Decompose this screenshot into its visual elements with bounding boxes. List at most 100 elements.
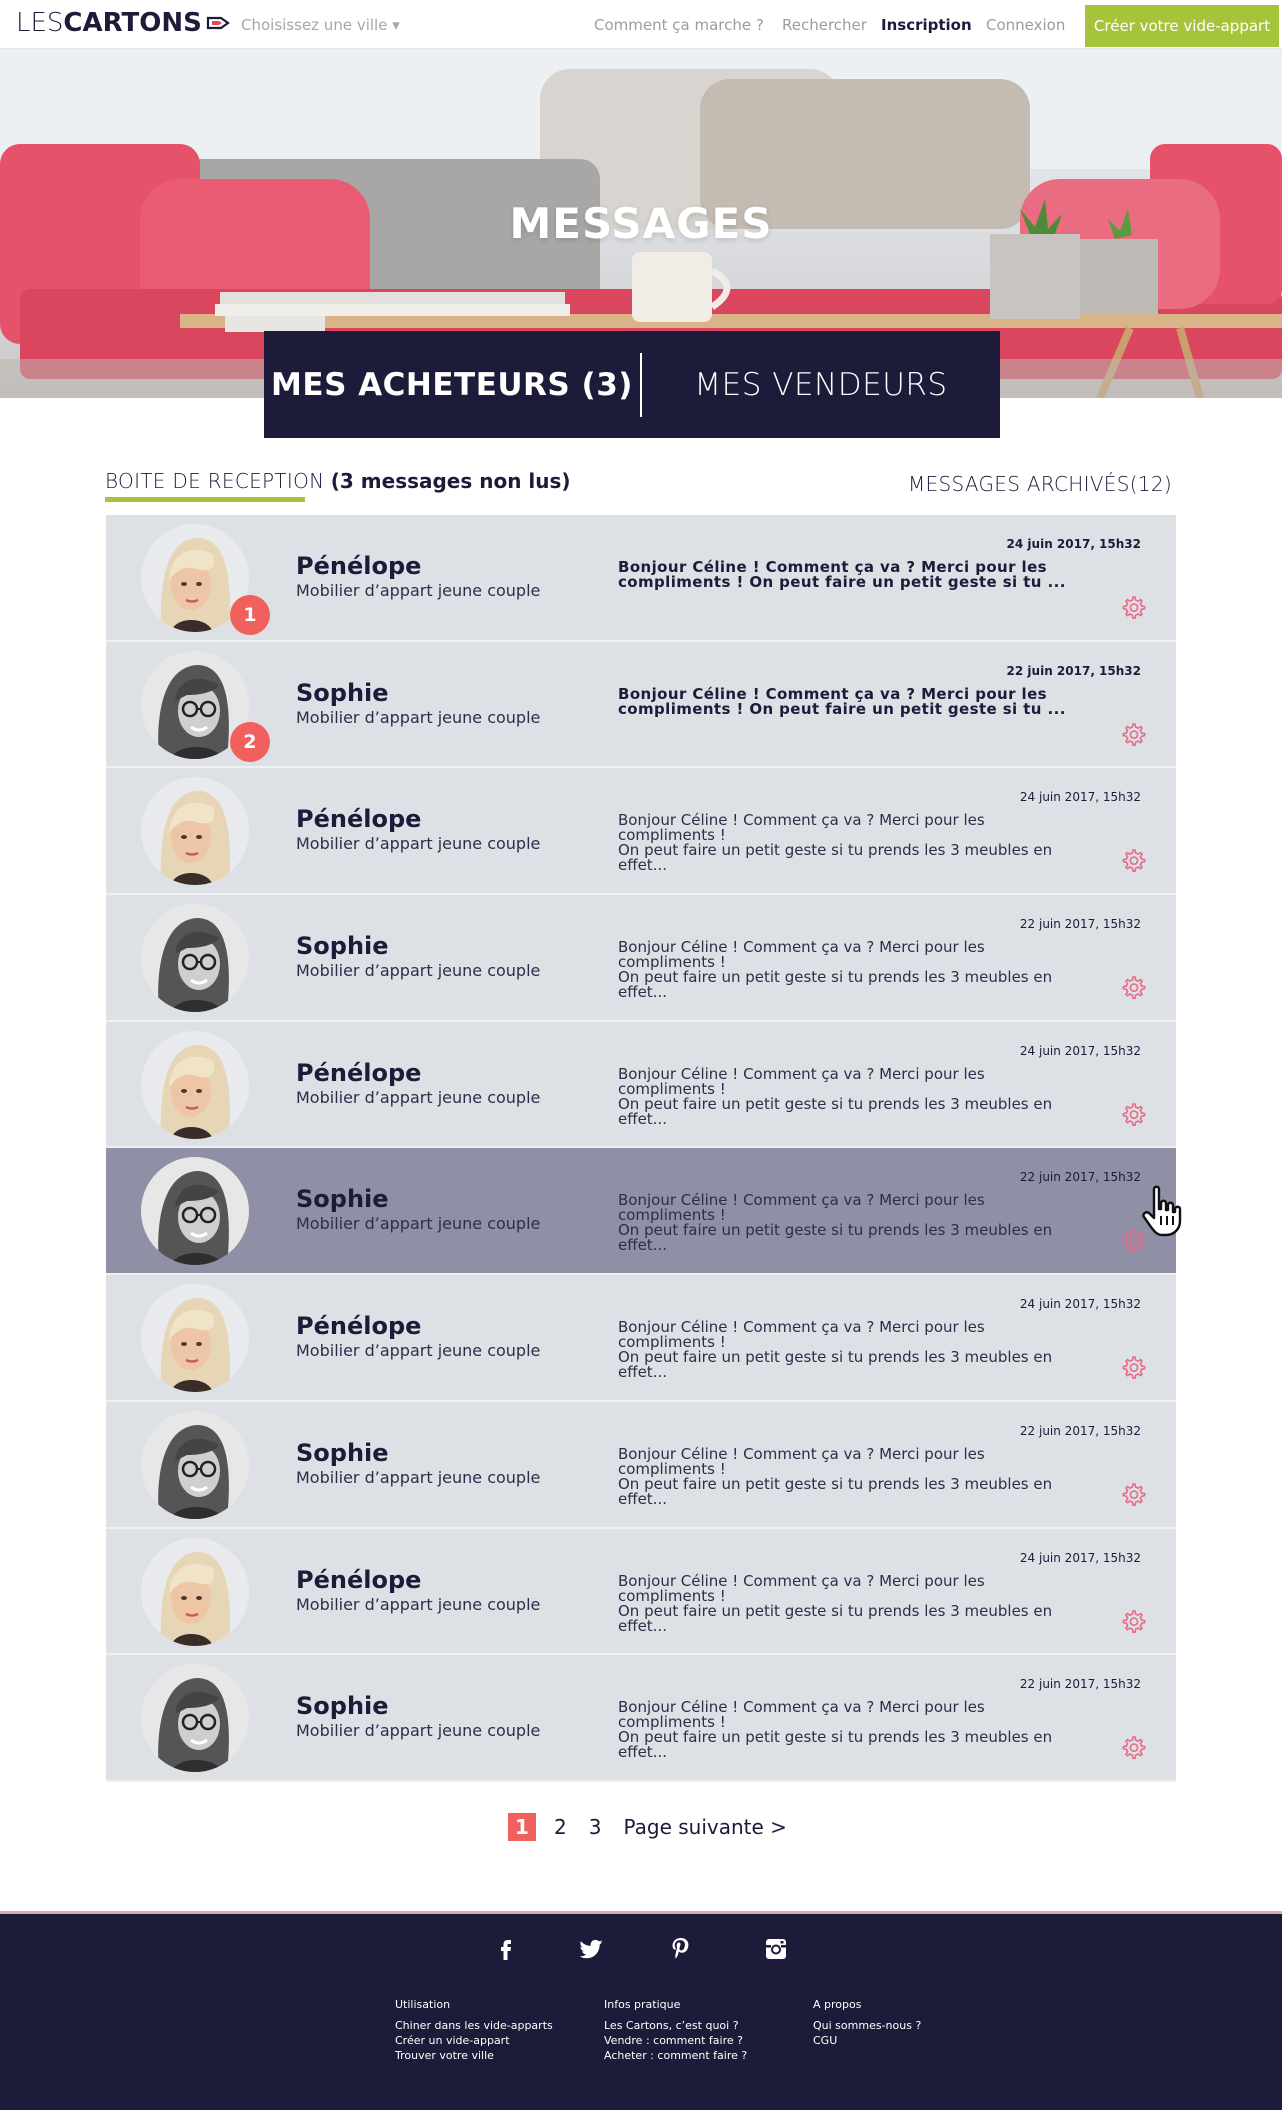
message-row[interactable]: 2 Sophie Mobilier d’appart jeune couple 22 …	[106, 641, 1176, 769]
nav-how-it-works[interactable]: Comment ça marche ?	[594, 16, 764, 34]
avatar	[141, 777, 249, 886]
listing-title: Mobilier d’appart jeune couple	[296, 707, 541, 727]
message-row[interactable]: Sophie Mobilier d’appart jeune couple 22 j…	[106, 1655, 1176, 1782]
gear-icon[interactable]	[1121, 1609, 1147, 1635]
footer-link[interactable]: Vendre : comment faire ?	[604, 2033, 747, 2048]
message-row[interactable]: Sophie Mobilier d’appart jeune couple 22 j…	[106, 895, 1176, 1022]
message-preview: Bonjour Céline ! Comment ça va ? Merci p…	[618, 1700, 1078, 1760]
message-row[interactable]: Pénélope Mobilier d’appart jeune couple 24…	[106, 1528, 1176, 1656]
listing-title: Mobilier d’appart jeune couple	[296, 961, 541, 981]
inbox-header[interactable]: BOITE DE RECEPTION (3 messages non lus)	[105, 469, 571, 493]
message-preview-line: compliments ! On peut faire un petit ges…	[618, 573, 1066, 591]
message-row[interactable]: Sophie Mobilier d’appart jeune couple 22 j…	[106, 1401, 1176, 1529]
nav-search[interactable]: Rechercher	[782, 16, 867, 34]
message-preview-line: Bonjour Céline ! Comment ça va ? Merci p…	[618, 1318, 985, 1352]
logo-light-text: LES	[16, 8, 64, 38]
unread-badge: 2	[230, 721, 270, 762]
avatar	[141, 1664, 249, 1773]
footer-link[interactable]: Chiner dans les vide-apparts	[395, 2018, 553, 2033]
nav-login[interactable]: Connexion	[986, 16, 1065, 34]
create-vide-appart-button[interactable]: Créer votre vide-appart	[1085, 5, 1279, 47]
message-date: 24 juin 2017, 15h32	[1006, 537, 1141, 551]
footer-link[interactable]: Trouver votre ville	[395, 2048, 553, 2063]
message-preview: Bonjour Céline ! Comment ça va ? Merci p…	[618, 813, 1078, 873]
message-list: 1 Pénélope Mobilier d’appart jeune couple 2…	[106, 515, 1176, 1782]
city-selector[interactable]: Choisissez une ville ▾	[241, 16, 400, 34]
pinterest-icon[interactable]	[668, 1936, 694, 1962]
page-current[interactable]: 1	[508, 1813, 536, 1841]
logo[interactable]: LES CARTONS	[16, 8, 230, 38]
message-date: 22 juin 2017, 15h32	[1006, 663, 1141, 678]
twitter-icon[interactable]	[579, 1936, 605, 1962]
gear-icon[interactable]	[1121, 1482, 1147, 1508]
message-date: 22 juin 2017, 15h32	[1019, 1677, 1141, 1692]
gear-icon[interactable]	[1121, 848, 1147, 874]
sender-name: Pénélope	[296, 805, 422, 834]
message-preview-line: Bonjour Céline ! Comment ça va ? Merci p…	[618, 1571, 985, 1605]
message-row[interactable]: Pénélope Mobilier d’appart jeune couple 24…	[106, 768, 1176, 896]
nav-signup[interactable]: Inscription	[881, 16, 972, 34]
sender-name: Sophie	[296, 1692, 389, 1721]
message-preview-line: On peut faire un petit geste si tu prend…	[618, 1474, 1053, 1508]
sender-name: Sophie	[296, 678, 389, 707]
message-preview: Bonjour Céline ! Comment ça va ? Merci p…	[618, 560, 1078, 590]
message-preview-line: compliments ! On peut faire un petit ges…	[618, 699, 1066, 718]
message-date: 22 juin 2017, 15h32	[1019, 1423, 1141, 1438]
gear-icon[interactable]	[1121, 1735, 1147, 1761]
next-page-link[interactable]: Page suivante >	[623, 1815, 786, 1839]
tag-icon	[206, 16, 230, 30]
gear-icon[interactable]	[1121, 595, 1147, 621]
message-preview-line: Bonjour Céline ! Comment ça va ? Merci p…	[618, 1444, 985, 1478]
inbox-active-underline	[105, 497, 305, 502]
footer-link[interactable]: Acheter : comment faire ?	[604, 2048, 747, 2063]
footer-link[interactable]: Créer un vide-appart	[395, 2033, 553, 2048]
message-preview-line: Bonjour Céline ! Comment ça va ? Merci p…	[618, 811, 985, 845]
footer: Utilisation Chiner dans les vide-apparts…	[0, 1911, 1282, 2110]
message-row[interactable]: 1 Pénélope Mobilier d’appart jeune couple 2…	[106, 515, 1176, 642]
facebook-icon[interactable]	[493, 1936, 519, 1962]
message-preview-line: On peut faire un petit geste si tu prend…	[618, 1601, 1053, 1635]
gear-icon[interactable]	[1121, 1102, 1147, 1128]
tab-sellers[interactable]: MES VENDEURS	[642, 367, 1000, 403]
message-row[interactable]: Pénélope Mobilier d’appart jeune couple 24…	[106, 1021, 1176, 1149]
logo-bold-text: CARTONS	[63, 8, 202, 38]
footer-link[interactable]: Qui sommes-nous ?	[813, 2018, 921, 2033]
message-preview-line: Bonjour Céline ! Comment ça va ? Merci p…	[618, 1064, 985, 1098]
avatar	[141, 1284, 249, 1393]
message-preview-line: Bonjour Céline ! Comment ça va ? Merci p…	[618, 1698, 985, 1732]
archived-messages-link[interactable]: MESSAGES ARCHIVÉS(12)	[908, 472, 1172, 496]
tabs-bar: MES ACHETEURS (3) MES VENDEURS	[264, 331, 1000, 438]
listing-title: Mobilier d’appart jeune couple	[296, 581, 541, 600]
avatar	[141, 1410, 249, 1519]
avatar	[141, 1537, 249, 1646]
footer-link[interactable]: CGU	[813, 2033, 921, 2048]
message-preview: Bonjour Céline ! Comment ça va ? Merci p…	[618, 686, 1078, 718]
gear-icon[interactable]	[1121, 722, 1147, 748]
tab-buyers[interactable]: MES ACHETEURS (3)	[264, 367, 640, 403]
message-preview-line: Bonjour Céline ! Comment ça va ? Merci p…	[618, 1191, 985, 1225]
sender-name: Pénélope	[296, 1565, 422, 1594]
gear-icon[interactable]	[1121, 975, 1147, 1001]
instagram-icon[interactable]	[763, 1936, 789, 1962]
message-preview: Bonjour Céline ! Comment ça va ? Merci p…	[618, 1571, 1078, 1635]
message-row[interactable]: Pénélope Mobilier d’appart jeune couple 24…	[106, 1275, 1176, 1402]
sender-name: Pénélope	[296, 552, 422, 580]
message-preview-line: On peut faire un petit geste si tu prend…	[618, 968, 1053, 1002]
message-row[interactable]: Sophie Mobilier d’appart jeune couple 22 j…	[106, 1148, 1176, 1276]
footer-link[interactable]: Les Cartons, c’est quoi ?	[604, 2018, 747, 2033]
listing-title: Mobilier d’appart jeune couple	[296, 834, 541, 854]
inbox-unread-count: (3 messages non lus)	[330, 469, 571, 493]
message-preview: Bonjour Céline ! Comment ça va ? Merci p…	[618, 1064, 1078, 1127]
message-preview: Bonjour Céline ! Comment ça va ? Merci p…	[618, 940, 1078, 1000]
avatar	[141, 1030, 249, 1139]
page-2[interactable]: 2	[554, 1815, 567, 1839]
message-date: 24 juin 2017, 15h32	[1019, 1043, 1141, 1058]
gear-icon[interactable]	[1121, 1355, 1147, 1381]
footer-heading: Utilisation	[395, 1998, 451, 2011]
sender-name: Sophie	[296, 1185, 389, 1214]
footer-column-usage: Utilisation Chiner dans les vide-apparts…	[395, 1997, 553, 2063]
page-3[interactable]: 3	[589, 1815, 602, 1839]
message-preview-line: Bonjour Céline ! Comment ça va ? Merci p…	[618, 938, 985, 972]
message-preview-line: On peut faire un petit geste si tu prend…	[618, 1348, 1053, 1382]
inbox-label: BOITE DE RECEPTION	[105, 469, 325, 493]
